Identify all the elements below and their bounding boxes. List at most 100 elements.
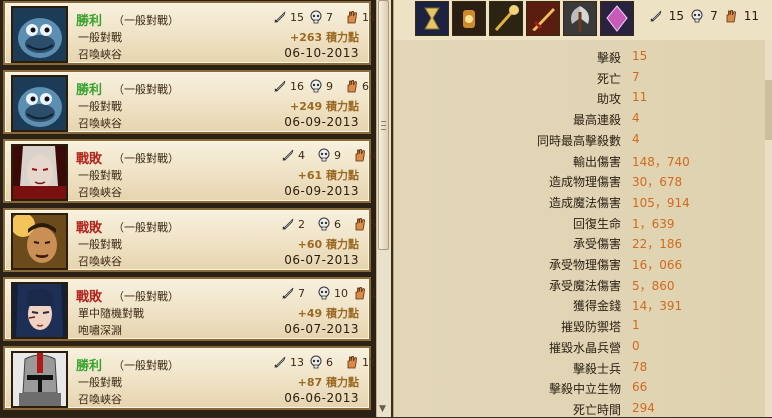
stat-row: 摧毀水晶兵營 0 <box>394 336 772 356</box>
hand-icon <box>345 10 359 24</box>
skull-icon <box>309 79 323 93</box>
hand-icon <box>724 9 738 23</box>
stat-label: 擊殺中立生物 <box>548 382 621 397</box>
match-result: 戰敗 <box>76 221 103 236</box>
sword-icon <box>281 148 295 162</box>
stat-value: 16，066 <box>632 258 683 272</box>
stat-value: 30，678 <box>632 175 683 190</box>
match-deaths: 6 <box>317 217 341 231</box>
match-card[interactable]: 戰敗 （一般對戰） 單中隨機對戰咆嘯深淵 7 10 18 +49 積力點 06-07-2013 <box>3 277 376 341</box>
blade-item[interactable] <box>526 1 560 36</box>
match-map: 召喚峽谷 <box>78 393 122 406</box>
lantern-item[interactable] <box>452 1 486 36</box>
match-type: 一般對戰 <box>78 169 122 182</box>
match-date: 06-06-2013 <box>284 391 359 405</box>
stat-label: 摧毀防禦塔 <box>560 320 621 335</box>
stat-value: 105，914 <box>632 195 690 210</box>
fish-champion-portrait <box>11 6 68 63</box>
scrollbar-thumb[interactable] <box>378 0 389 250</box>
stat-row: 擊殺 15 <box>394 46 772 66</box>
match-mode: （一般對戰） <box>113 359 179 372</box>
stat-label: 回復生命 <box>572 216 621 231</box>
match-map: 召喚峽谷 <box>78 117 122 130</box>
stat-value: 5，860 <box>632 278 675 293</box>
skull-icon <box>690 9 704 23</box>
detail-scrollbar[interactable] <box>765 40 772 417</box>
stat-label: 擊殺 <box>596 51 621 65</box>
axe-item[interactable] <box>563 1 597 36</box>
kills-value: 16 <box>290 79 304 93</box>
sword-icon <box>281 286 295 300</box>
sword-icon <box>273 10 287 24</box>
crystal-item[interactable] <box>600 1 634 36</box>
stat-value: 1，639 <box>632 216 675 231</box>
kills-value: 13 <box>290 355 304 369</box>
stat-label: 輸出傷害 <box>572 154 621 169</box>
stat-value: 11 <box>632 90 648 105</box>
match-kills: 15 <box>273 10 304 24</box>
stat-label: 造成物理傷害 <box>548 175 621 190</box>
match-card[interactable]: 勝利 （一般對戰） 一般對戰 召喚峽谷 16 9 6 +249 積力點 06-09-2013 <box>3 70 371 134</box>
stat-label: 死亡時間 <box>572 402 621 417</box>
hourglass-item[interactable] <box>415 1 449 36</box>
ninja-champion-portrait <box>11 282 68 339</box>
match-result: 勝利 <box>76 14 103 29</box>
skull-icon <box>317 217 331 231</box>
stat-label: 最高連殺 <box>572 113 621 128</box>
stat-value: 15 <box>632 49 648 63</box>
match-card[interactable]: 勝利 （一般對戰） 一般對戰 召喚峽谷 13 6 11 +87 積力點 06-06-2013 <box>3 346 376 410</box>
match-date: 06-09-2013 <box>284 115 359 129</box>
match-card[interactable]: 戰敗 （一般對戰） 一般對戰 召喚峽谷 4 9 4 +61 積力點 06-09-2013 <box>3 139 376 203</box>
match-type: 一般對戰 <box>78 238 122 251</box>
match-mode: （一般對戰） <box>113 152 179 165</box>
stat-label: 死亡 <box>596 71 621 86</box>
assists-value: 11 <box>362 355 376 369</box>
stat-value: 78 <box>632 359 648 374</box>
match-kills: 16 <box>273 79 304 93</box>
scrollbar-thumb[interactable] <box>765 80 772 140</box>
skull-icon <box>309 355 323 369</box>
match-result: 勝利 <box>76 83 103 98</box>
hand-icon <box>353 217 367 231</box>
match-detail-panel: 15 7 11 擊殺 15 死亡 7 助攻 11 最高連殺 4 同時最高擊殺數 4 輸出傷害 148，… <box>393 0 772 417</box>
stat-value: 66 <box>632 380 648 395</box>
match-date: 06-07-2013 <box>284 322 359 336</box>
stat-row: 獲得金錢 14，391 <box>394 294 772 314</box>
kills-value: 15 <box>290 10 304 24</box>
stat-value: 22，186 <box>632 237 683 252</box>
item-bar: 15 7 11 <box>394 0 772 40</box>
stat-value: 1 <box>632 318 640 333</box>
stat-value: 294 <box>632 400 655 415</box>
match-assists: 11 <box>345 355 376 369</box>
ip-earned: +263 積力點 <box>289 31 359 44</box>
deaths-value: 6 <box>334 217 341 231</box>
stat-label: 承受物理傷害 <box>548 258 621 272</box>
detail-assists: 11 <box>743 9 759 23</box>
detail-deaths: 7 <box>710 9 718 23</box>
stat-row: 死亡 7 <box>394 67 772 87</box>
deaths-value: 9 <box>334 148 341 162</box>
stat-row: 死亡時間 294 <box>394 398 772 418</box>
match-result: 勝利 <box>76 359 103 374</box>
match-date: 06-07-2013 <box>284 253 359 267</box>
match-card[interactable]: 勝利 （一般對戰） 一般對戰 召喚峽谷 15 7 11 +263 積力點 06-10-2013 <box>3 1 376 65</box>
match-assists: 18 <box>353 286 376 300</box>
match-type: 一般對戰 <box>78 100 122 113</box>
match-type: 單中隨機對戰 <box>78 307 144 320</box>
match-card[interactable]: 戰敗 （一般對戰） 一般對戰 召喚峽谷 2 6 5 +60 積力點 06-07-2013 <box>3 208 376 272</box>
kills-value: 7 <box>298 286 305 300</box>
stat-row: 助攻 11 <box>394 87 772 107</box>
hand-icon <box>345 355 359 369</box>
match-date: 06-10-2013 <box>284 46 359 60</box>
hand-icon <box>353 286 367 300</box>
ip-earned: +249 積力點 <box>289 100 359 113</box>
match-mode: （一般對戰） <box>113 221 179 234</box>
match-list-scrollbar[interactable]: ▼ <box>376 0 391 417</box>
scroll-down-arrow-icon[interactable]: ▼ <box>379 404 386 414</box>
scepter-item[interactable] <box>489 1 523 36</box>
hand-icon <box>345 79 359 93</box>
stat-label: 承受傷害 <box>572 237 621 252</box>
stat-label: 承受魔法傷害 <box>548 278 621 293</box>
stat-value: 0 <box>632 338 640 353</box>
stat-label: 擊殺士兵 <box>572 361 621 376</box>
